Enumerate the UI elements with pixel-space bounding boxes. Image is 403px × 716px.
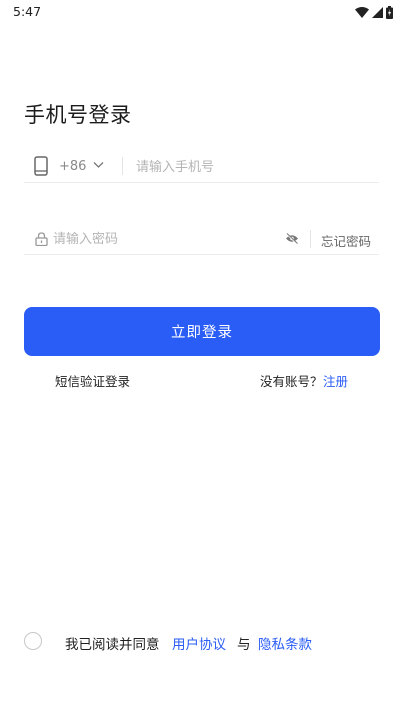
mobile-phone-icon [34,156,48,176]
register-link[interactable]: 注册 [323,371,348,390]
sms-login-link[interactable]: 短信验证登录 [55,371,130,390]
country-code[interactable]: +86 [59,159,86,174]
phone-field-row: +86 [24,150,379,183]
phone-input[interactable] [136,155,372,179]
status-time: 5:47 [13,4,42,19]
page-title: 手机号登录 [24,103,132,127]
agreement-prefix: 我已阅读并同意 [65,637,160,653]
forgot-password-link[interactable]: 忘记密码 [321,231,371,250]
divider [122,157,123,175]
status-bar: 5:47 [0,0,403,24]
status-icons [355,5,393,19]
no-account-text: 没有账号？ [260,374,323,389]
password-field-row: 忘记密码 [24,222,379,255]
password-input[interactable] [53,227,273,251]
agreement-row: 我已阅读并同意 用户协议 与 隐私条款 [24,631,384,653]
agreement-checkbox[interactable] [24,632,42,650]
agreement-and: 与 [237,637,251,653]
battery-icon [386,5,393,19]
signal-icon [372,6,383,18]
eye-off-icon[interactable] [285,233,299,244]
privacy-policy-link[interactable]: 隐私条款 [258,633,312,653]
wifi-icon [355,6,369,18]
login-button[interactable]: 立即登录 [24,307,380,356]
lock-icon [35,232,48,246]
user-agreement-link[interactable]: 用户协议 [172,633,226,653]
divider [310,230,311,248]
chevron-down-icon[interactable] [93,161,104,169]
